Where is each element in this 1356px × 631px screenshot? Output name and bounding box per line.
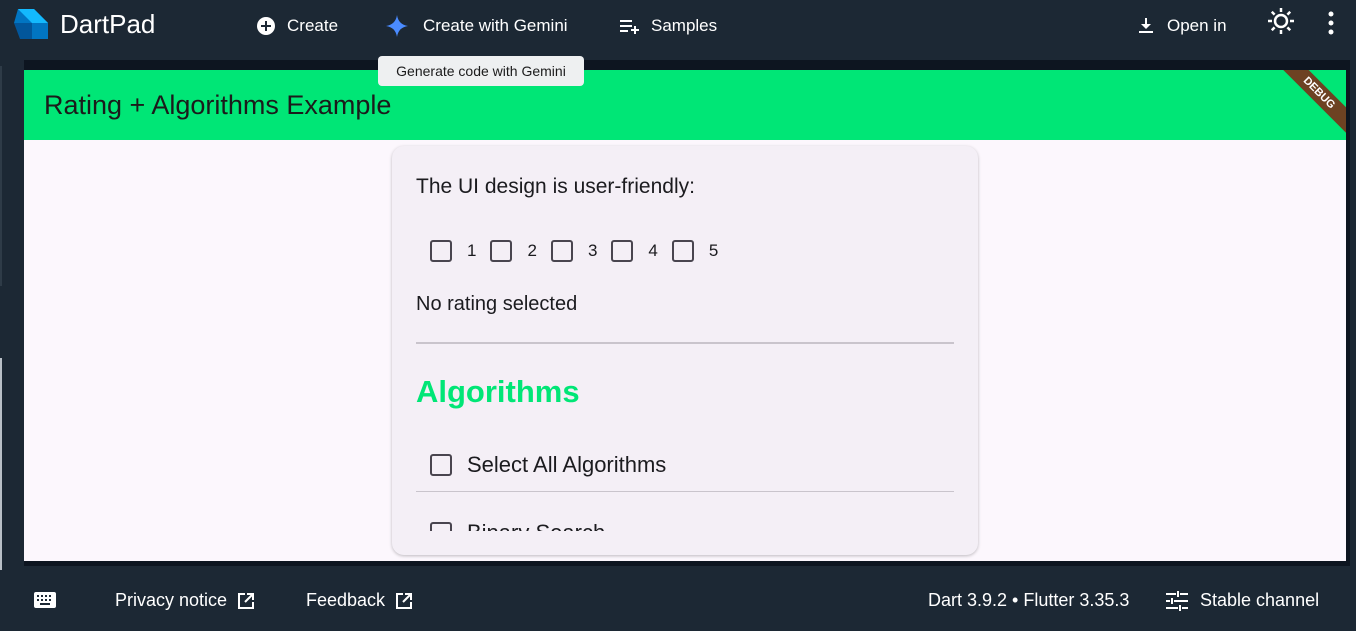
gemini-sparkle-icon [386, 15, 408, 37]
divider [416, 491, 954, 492]
feedback-link[interactable]: Feedback [306, 590, 413, 611]
panel-divider [0, 66, 2, 286]
rating-option-1[interactable]: 1 [430, 240, 476, 262]
select-all-algorithms[interactable]: Select All Algorithms [430, 452, 666, 478]
gemini-label: Create with Gemini [423, 16, 568, 35]
question-text: The UI design is user-friendly: [416, 175, 695, 198]
open-in-label: Open in [1167, 16, 1227, 35]
channel-label: Stable channel [1200, 590, 1320, 610]
algorithm-item-binary-search[interactable]: Binary Search [430, 520, 605, 531]
survey-card: The UI design is user-friendly: 1 2 3 4 [392, 146, 978, 555]
rating-checkbox[interactable] [550, 240, 573, 262]
flutter-app-body: The UI design is user-friendly: 1 2 3 4 [24, 140, 1346, 561]
rating-option-3[interactable]: 3 [550, 240, 598, 262]
samples-label: Samples [651, 16, 718, 35]
divider [416, 342, 954, 344]
privacy-notice-link[interactable]: Privacy notice [115, 590, 255, 611]
rating-option-5[interactable]: 5 [671, 240, 719, 262]
keyboard-shortcuts-button[interactable] [34, 592, 56, 613]
rating-checkbox[interactable] [490, 240, 513, 262]
theme-toggle-button[interactable] [1267, 7, 1295, 35]
tune-icon [1166, 590, 1188, 611]
download-icon [1135, 15, 1157, 37]
appbar-title: Rating + Algorithms Example [44, 90, 392, 120]
algorithms-heading: Algorithms [416, 374, 580, 409]
external-link-icon [237, 592, 255, 610]
rating-checkbox[interactable] [430, 240, 452, 262]
more-options-button[interactable] [1326, 11, 1336, 40]
editor-panel-edge [0, 58, 24, 618]
rating-checkbox[interactable] [611, 240, 634, 262]
rating-label: 5 [708, 241, 719, 260]
rating-checkbox[interactable] [671, 240, 694, 262]
rating-label: 4 [648, 241, 658, 260]
rating-row: 1 2 3 4 5 [430, 240, 732, 262]
version-info: Dart 3.9.2 • Flutter 3.35.3 [928, 590, 1130, 610]
bottom-status-bar: Privacy notice Feedback Dart 3.9.2 • Flu… [0, 570, 1356, 631]
dart-logo-icon [14, 9, 48, 39]
card-content[interactable]: The UI design is user-friendly: 1 2 3 4 [416, 146, 954, 531]
create-with-gemini-button[interactable]: Create with Gemini [386, 14, 568, 38]
select-all-label: Select All Algorithms [467, 452, 667, 477]
brightness-icon [1267, 7, 1295, 40]
rating-label: 3 [587, 241, 598, 260]
rating-option-2[interactable]: 2 [490, 240, 537, 262]
feedback-label: Feedback [306, 590, 386, 610]
rating-option-4[interactable]: 4 [611, 240, 658, 262]
more-vert-icon [1326, 11, 1336, 40]
playlist-add-icon [619, 15, 641, 37]
app-title: DartPad [60, 9, 156, 39]
top-app-bar: DartPad Create Create with Gemini Sample… [0, 0, 1356, 52]
algorithm-checkbox[interactable] [430, 522, 452, 531]
debug-banner: DEBUG [1273, 70, 1346, 139]
channel-selector[interactable]: Stable channel [1166, 590, 1319, 611]
create-label: Create [287, 16, 339, 35]
algorithm-label: Binary Search [467, 520, 605, 531]
keyboard-icon [34, 592, 56, 613]
rating-label: 1 [467, 241, 477, 260]
gemini-tooltip: Generate code with Gemini [378, 56, 584, 86]
samples-button[interactable]: Samples [619, 14, 717, 38]
external-link-icon [395, 592, 413, 610]
select-all-checkbox[interactable] [430, 454, 452, 476]
rating-status: No rating selected [416, 293, 578, 315]
open-in-button[interactable]: Open in [1135, 14, 1227, 38]
add-circle-icon [255, 15, 277, 37]
create-button[interactable]: Create [255, 14, 338, 38]
flutter-app-bar: Rating + Algorithms Example DEBUG [24, 70, 1346, 140]
rating-label: 2 [527, 241, 537, 260]
privacy-label: Privacy notice [115, 590, 228, 610]
